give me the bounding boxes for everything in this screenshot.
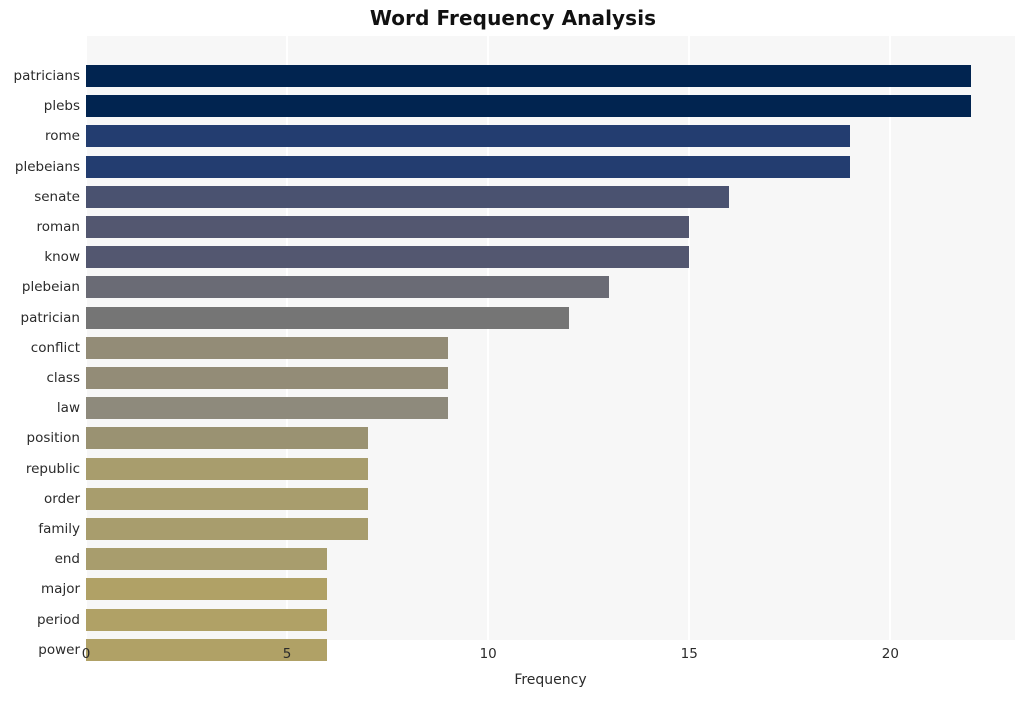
y-axis-label-conflict: conflict (30, 339, 80, 356)
y-axis-label-law: law (56, 400, 80, 417)
bar-republic[interactable] (86, 457, 368, 480)
y-axis-label-know: know (44, 249, 80, 266)
bar-period[interactable] (86, 608, 328, 631)
x-tick-label-20: 20 (881, 646, 899, 662)
bar-law[interactable] (86, 397, 448, 420)
y-axis-label-end: end (54, 551, 80, 568)
bar-plebeian[interactable] (86, 276, 609, 299)
x-axis-title: Frequency (514, 672, 587, 688)
y-axis-label-order: order (44, 490, 80, 507)
y-axis-category-labels: patricians plebs rome plebeians senate roman k… (0, 36, 81, 658)
y-axis-label-senate: senate (34, 188, 80, 205)
x-axis-tick-labels: 0 5 10 15 20 (82, 640, 1015, 668)
bar-rome[interactable] (86, 125, 851, 148)
y-axis-label-rome: rome (45, 128, 80, 145)
bar-senate[interactable] (86, 185, 730, 208)
y-axis-label-family: family (38, 521, 80, 537)
y-axis-label-republic: republic (25, 460, 80, 477)
y-axis-label-plebeians: plebeians (14, 158, 80, 175)
y-axis-label-plebs: plebs (43, 98, 80, 115)
x-tick-label-15: 15 (680, 646, 698, 662)
bar-patrician[interactable] (86, 306, 569, 329)
bar-plebs[interactable] (86, 95, 971, 118)
y-axis-label-period: period (36, 611, 80, 628)
bar-roman[interactable] (86, 216, 690, 238)
x-tick-label-5: 5 (282, 646, 292, 662)
bar-position[interactable] (86, 427, 368, 450)
bar-end[interactable] (86, 548, 328, 571)
y-axis-label-major: major (41, 581, 80, 598)
x-tick-label-10: 10 (479, 646, 497, 662)
y-axis-label-position: position (26, 430, 80, 447)
y-axis-label-class: class (46, 370, 80, 386)
y-axis-label-power: power (38, 641, 80, 658)
bar-plebeians[interactable] (86, 155, 851, 178)
y-axis-label-roman: roman (36, 219, 81, 235)
x-tick-label-0: 0 (81, 646, 91, 662)
bar-class[interactable] (86, 367, 448, 389)
bar-family[interactable] (86, 518, 368, 540)
bar-know[interactable] (86, 246, 690, 269)
y-axis-label-plebeian: plebeian (21, 279, 80, 296)
plot-area (85, 36, 1015, 661)
bar-major[interactable] (86, 578, 328, 601)
y-axis-label-patricians: patricians (13, 68, 80, 84)
chart-title: Word Frequency Analysis (369, 6, 657, 30)
bars-container (86, 36, 1015, 661)
bar-conflict[interactable] (86, 336, 448, 359)
y-axis-label-patrician: patrician (20, 309, 80, 326)
bar-order[interactable] (86, 487, 368, 510)
bar-patricians[interactable] (86, 65, 971, 87)
word-frequency-chart-figure: Word Frequency Analysis patricians plebs r… (0, 0, 1026, 701)
